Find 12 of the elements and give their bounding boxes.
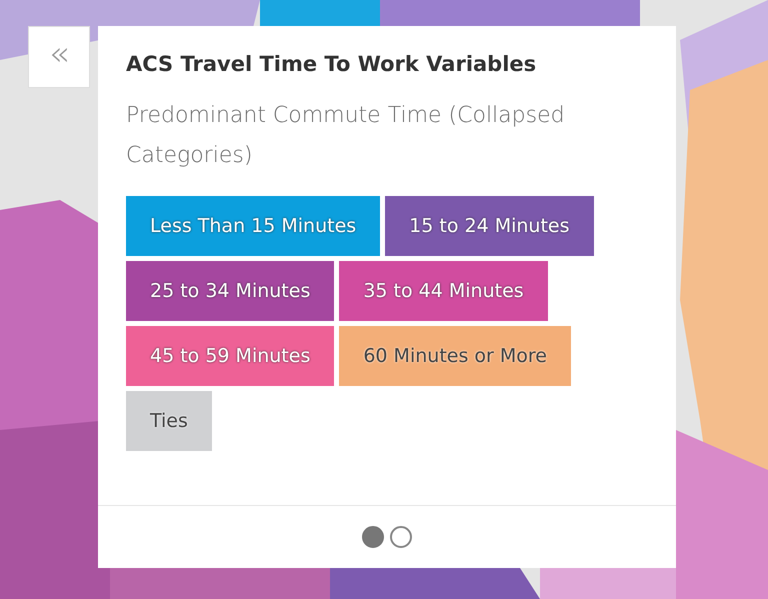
page-dot[interactable] <box>390 526 412 548</box>
legend-item: 60 Minutes or More <box>339 326 571 386</box>
page-dot[interactable] <box>362 526 384 548</box>
legend-item: 25 to 34 Minutes <box>126 261 334 321</box>
legend-item: Less Than 15 Minutes <box>126 196 380 256</box>
panel-subtitle: Predominant Commute Time (Collapsed Categories) <box>126 102 566 170</box>
collapse-button[interactable]: « <box>28 26 90 88</box>
legend-item: 45 to 59 Minutes <box>126 326 334 386</box>
panel-title: ACS Travel Time To Work Variables <box>126 52 538 76</box>
legend-item: Ties <box>126 391 212 451</box>
legend-item: 35 to 44 Minutes <box>339 261 548 321</box>
legend-item: 15 to 24 Minutes <box>385 196 594 256</box>
